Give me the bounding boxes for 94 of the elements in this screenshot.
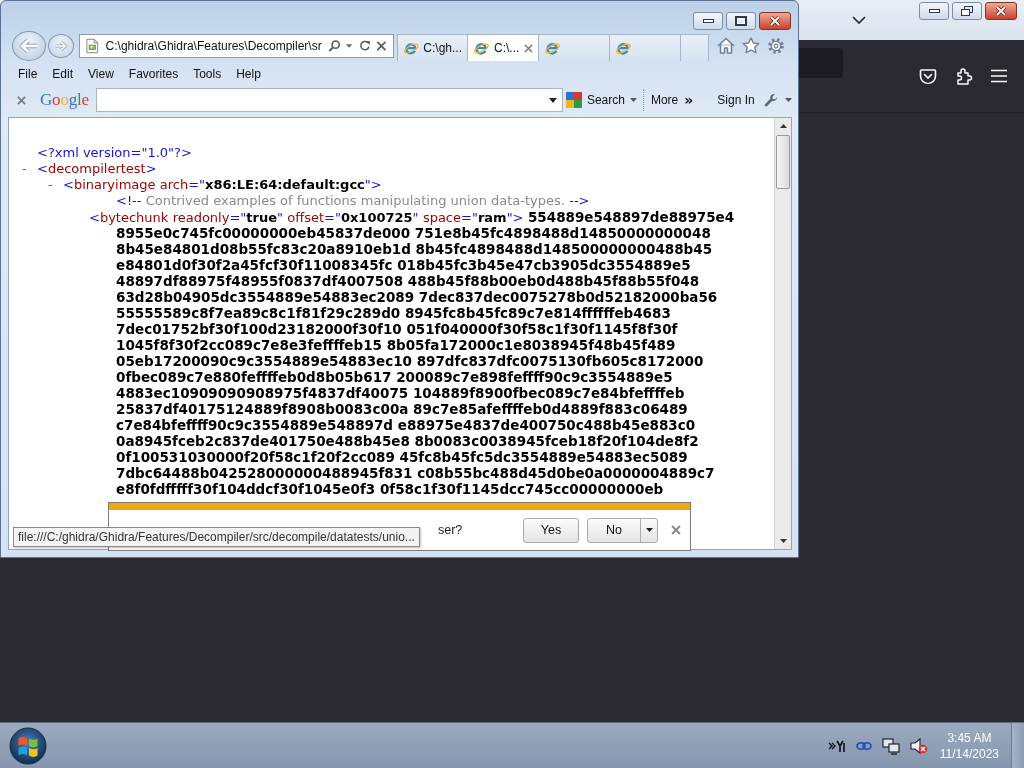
caret-icon[interactable] <box>548 97 557 103</box>
caret-icon[interactable] <box>784 98 792 102</box>
browser-logo-icon <box>473 40 490 56</box>
squares-icon <box>565 92 582 108</box>
sign-in-button[interactable]: Sign In <box>714 88 758 112</box>
menu-item[interactable]: Tools <box>186 67 229 81</box>
caret-icon[interactable] <box>646 528 653 532</box>
search-button[interactable]: Search <box>562 88 640 112</box>
hex-data-line: e84801d0f30f2a45fcf30f11008345fc 018b45fc3b45e47cb3905dc3554889e5 <box>116 257 691 273</box>
stop-icon[interactable] <box>376 39 387 52</box>
xml-tag: <binaryimage arch="x86:LE:64:default:gcc"> <box>63 177 382 193</box>
hex-data-line: 0fbec089c7e880feffffeb0d8b05b617 200089c7e898feffff90c9c3554889e5 <box>116 369 673 385</box>
start-orb-icon[interactable] <box>9 726 47 765</box>
clock-time: 3:45 AM <box>947 729 992 746</box>
hex-data-line: 0a8945fceb2c837de401750e488b45e8 8b0083c0038945fceb18f20f104de8f2 <box>116 433 699 449</box>
close-icon[interactable] <box>17 95 26 105</box>
close-icon <box>995 6 1007 16</box>
menu-item[interactable]: View <box>81 67 121 81</box>
collapse-toggle[interactable]: - <box>22 161 37 177</box>
hex-data-line: 0f100531030000f20f58c1f20f2cc089 45fc8b45fc5dc3554889e54883ec5089 <box>116 449 688 465</box>
hex-data-line: 8b45e84801d08b55fc83c20a8910eb1d 8b45fc4898488d148500000000488b45 <box>116 241 713 257</box>
hex-data-line: 55555589c8f7ea89c8c1f81f29c289d0 8945fc8b45fc89c7e814ffffffeb4683 <box>116 305 671 321</box>
scrollbar[interactable] <box>774 118 791 549</box>
url-field[interactable] <box>799 48 843 78</box>
menu-item[interactable]: Help <box>229 67 268 81</box>
settings-icon[interactable] <box>767 36 785 55</box>
minimize-button[interactable] <box>919 2 949 20</box>
close-tab-icon[interactable] <box>524 43 533 53</box>
browser-tab[interactable]: C:\... <box>468 34 539 61</box>
refresh-icon[interactable] <box>358 39 371 52</box>
toolbar-search-field[interactable] <box>95 88 563 112</box>
hex-data-line: 48897df88975f48955f0837df4007508 488b45f88b00eb0d488b45f88b55f048 <box>116 273 700 289</box>
close-icon[interactable] <box>671 525 681 535</box>
page-icon <box>86 37 99 54</box>
dialog-button[interactable]: Yes <box>523 517 579 543</box>
chevron-down-icon[interactable] <box>852 16 866 24</box>
menu-item[interactable]: Favorites <box>121 67 186 81</box>
pocket-icon[interactable] <box>919 67 937 85</box>
hex-data-line: 7dbc64488b042528000000488945f831 c08b55bc488d45d0be0a0000004889c7 <box>116 465 715 481</box>
search-icon[interactable] <box>327 38 341 53</box>
maximize-icon <box>735 16 747 26</box>
hex-data-line: 63d28b04905dc3554889e54883ec2089 7dec837dec0075278b0d52182000ba56 <box>116 289 718 305</box>
scrollbar-thumb[interactable] <box>776 135 790 189</box>
clock-date: 11/14/2023 <box>939 745 999 762</box>
restore-icon <box>961 6 973 16</box>
back-button[interactable] <box>12 30 46 61</box>
close-button[interactable] <box>759 12 791 30</box>
chain-link-icon[interactable] <box>855 740 872 751</box>
browser-logo-icon <box>403 40 420 56</box>
address-field[interactable]: C:\ghidra\Ghidra\Features\Decompiler\sr <box>79 33 394 58</box>
close-icon <box>769 16 781 26</box>
minimize-icon <box>702 19 714 23</box>
muted-speaker-icon[interactable] <box>909 736 928 755</box>
home-icon[interactable] <box>717 37 735 54</box>
hex-data-line: 25837df40175124889f8908b0083c00a 89c7e85afeffffeb0d4889f883c06489 <box>116 401 688 417</box>
toolbar-logo: Google <box>40 90 89 110</box>
more-button[interactable]: More » <box>647 88 697 112</box>
menu-item[interactable]: Edit <box>45 67 81 81</box>
restore-button[interactable] <box>952 2 982 20</box>
hex-data-line: 05eb17200090c9c3554889e54883ec10 897dfc837dfc0075130fb605c8172000 <box>116 353 704 369</box>
caret-icon[interactable] <box>629 98 637 102</box>
hex-data-line: 1045f8f30f2cc089c7e8e3feffffeb15 8b05fa172000c1e8038945f48b45f489 <box>116 337 676 353</box>
browser-tab[interactable] <box>610 34 681 61</box>
browser-tab[interactable]: C:\gh... <box>397 34 468 61</box>
minimize-icon <box>928 9 940 13</box>
left-arrow-icon <box>19 37 39 54</box>
xml-tag: <bytechunk readonly="true" offset="0x100725" space="ram"> <box>89 210 524 226</box>
hex-data-line: 4883ec10909090908975f4837df40075 104889f8900fbec089c7e84bfeffffeb <box>116 385 685 401</box>
notification-message: ser? <box>438 523 463 537</box>
hex-data-line: 8955e0c745fc00000000eb45837de000 751e8b45fc4898488d14850000000048 <box>116 225 711 241</box>
xml-declaration: <?xml version="1.0"?> <box>37 145 192 161</box>
collapse-toggle[interactable]: - <box>48 177 63 193</box>
hex-data-line: 554889e548897de88975e4 <box>527 209 735 225</box>
menu-icon[interactable] <box>991 69 1007 83</box>
menu-item[interactable]: File <box>11 67 45 81</box>
wrench-icon[interactable] <box>763 92 779 108</box>
split-button[interactable]: No <box>587 517 658 543</box>
maximize-button[interactable] <box>726 12 756 30</box>
xml-comment: <!-- Contrived examples of functions manipulating union data-types. --> <box>116 193 590 209</box>
hex-data-line: 7dec01752bf30f100d23182000f30f10 051f040000f30f58c1f30f1145f8f30f <box>116 321 678 337</box>
close-button[interactable] <box>985 2 1017 20</box>
status-tooltip: file:///C:/ghidra/Ghidra/Features/Decompiler/src/decompile/datatests/unio... <box>13 527 420 547</box>
puzzle-piece-icon[interactable] <box>955 67 973 85</box>
hex-data-line: c7e84bfeffff90c9c3554889e548897d e88975e4837de400750c488b45e883c0 <box>116 417 696 433</box>
star-icon[interactable] <box>742 37 760 54</box>
browser-logo-icon <box>544 40 561 56</box>
monitor-icon[interactable] <box>881 736 900 755</box>
hex-data-line: e8f0fdfffff30f104ddcf30f1045e0f3 0f58c1f30f1145dcc745cc00000000eb <box>116 481 664 497</box>
browser-logo-icon <box>615 40 632 56</box>
xml-tag: <decompilertest> <box>37 161 157 177</box>
antenna-icon[interactable] <box>827 738 846 753</box>
right-arrow-icon <box>54 39 68 52</box>
minimize-button[interactable] <box>693 12 723 30</box>
browser-tab[interactable] <box>539 34 610 61</box>
